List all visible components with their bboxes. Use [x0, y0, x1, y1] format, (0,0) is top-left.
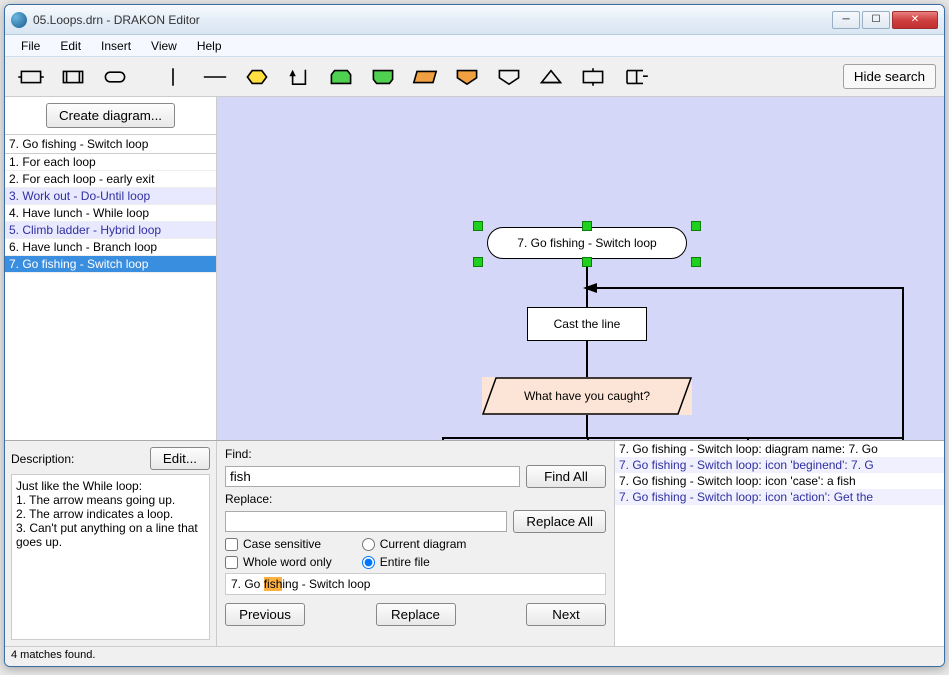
case-sensitive-checkbox[interactable]: Case sensitive [225, 537, 332, 551]
diagram-item[interactable]: 2. For each loop - early exit [5, 171, 216, 188]
case-shape-icon[interactable] [449, 63, 485, 91]
entire-file-radio[interactable]: Entire file [362, 555, 467, 569]
diagram-item[interactable]: 6. Have lunch - Branch loop [5, 239, 216, 256]
diagram-item[interactable]: 1. For each loop [5, 154, 216, 171]
current-diagram-header: 7. Go fishing - Switch loop [5, 134, 216, 154]
app-window: 05.Loops.drn - DRAKON Editor ─ ☐ ✕ File … [4, 4, 945, 667]
window-title: 05.Loops.drn - DRAKON Editor [33, 13, 832, 27]
result-line[interactable]: 7. Go fishing - Switch loop: icon 'case'… [615, 473, 944, 489]
timer-shape-icon[interactable] [617, 63, 653, 91]
search-panel: Find: Find All Replace: Replace All Case… [217, 441, 615, 646]
horizontal-line-icon[interactable] [197, 63, 233, 91]
params-shape-icon[interactable] [575, 63, 611, 91]
next-button[interactable]: Next [526, 603, 606, 626]
toolbar: Hide search [5, 57, 944, 97]
if-shape-icon[interactable] [239, 63, 275, 91]
maximize-button[interactable]: ☐ [862, 11, 890, 29]
replace-all-button[interactable]: Replace All [513, 510, 606, 533]
diagram-item[interactable]: 4. Have lunch - While loop [5, 205, 216, 222]
select-shape-icon[interactable] [491, 63, 527, 91]
capsule-shape-icon[interactable] [97, 63, 133, 91]
current-match-display: 7. Go fishing - Switch loop [225, 573, 606, 595]
bottom-panel: Description: Edit... Just like the While… [5, 440, 944, 646]
hide-search-button[interactable]: Hide search [843, 64, 936, 89]
address-shape-icon[interactable] [533, 63, 569, 91]
minimize-button[interactable]: ─ [832, 11, 860, 29]
menu-edit[interactable]: Edit [50, 37, 91, 55]
menu-file[interactable]: File [11, 37, 50, 55]
menu-view[interactable]: View [141, 37, 187, 55]
sidebar: Create diagram... 7. Go fishing - Switch… [5, 97, 217, 440]
action-shape-icon[interactable] [13, 63, 49, 91]
diagram-item[interactable]: 7. Go fishing - Switch loop [5, 256, 216, 273]
node-label: 7. Go fishing - Switch loop [517, 236, 656, 250]
previous-button[interactable]: Previous [225, 603, 305, 626]
whole-word-checkbox[interactable]: Whole word only [225, 555, 332, 569]
create-diagram-button[interactable]: Create diagram... [46, 103, 175, 128]
node-label: Cast the line [554, 317, 621, 331]
app-icon [11, 12, 27, 28]
result-line[interactable]: 7. Go fishing - Switch loop: diagram nam… [615, 441, 944, 457]
edit-description-button[interactable]: Edit... [150, 447, 210, 470]
description-panel: Description: Edit... Just like the While… [5, 441, 217, 646]
result-line[interactable]: 7. Go fishing - Switch loop: icon 'begin… [615, 457, 944, 473]
status-text: 4 matches found. [11, 649, 95, 661]
menu-insert[interactable]: Insert [91, 37, 141, 55]
shelf-shape-icon[interactable] [407, 63, 443, 91]
diagram-item[interactable]: 5. Climb ladder - Hybrid loop [5, 222, 216, 239]
diagram-list[interactable]: 1. For each loop 2. For each loop - earl… [5, 154, 216, 440]
description-body[interactable]: Just like the While loop: 1. The arrow m… [11, 474, 210, 640]
statusbar: 4 matches found. [5, 646, 944, 666]
find-label: Find: [225, 447, 606, 461]
action-node[interactable]: Cast the line [527, 307, 647, 341]
loopstart-shape-icon[interactable] [323, 63, 359, 91]
diagram-canvas[interactable]: 7. Go fishing - Switch loop Cast the lin… [217, 97, 944, 440]
loopend-shape-icon[interactable] [365, 63, 401, 91]
select-node[interactable]: What have you caught? [482, 377, 692, 415]
find-input[interactable] [225, 466, 520, 487]
description-label: Description: [11, 452, 74, 466]
close-button[interactable]: ✕ [892, 11, 938, 29]
insertion-shape-icon[interactable] [55, 63, 91, 91]
menu-help[interactable]: Help [187, 37, 232, 55]
node-label: What have you caught? [524, 389, 650, 403]
arrow-loop-icon[interactable] [281, 63, 317, 91]
diagram-item[interactable]: 3. Work out - Do-Until loop [5, 188, 216, 205]
window-controls: ─ ☐ ✕ [832, 11, 938, 29]
replace-input[interactable] [225, 511, 507, 532]
result-line[interactable]: 7. Go fishing - Switch loop: icon 'actio… [615, 489, 944, 505]
menubar: File Edit Insert View Help [5, 35, 944, 57]
beginend-node[interactable]: 7. Go fishing - Switch loop [487, 227, 687, 259]
replace-label: Replace: [225, 492, 606, 506]
titlebar[interactable]: 05.Loops.drn - DRAKON Editor ─ ☐ ✕ [5, 5, 944, 35]
vertical-line-icon[interactable] [155, 63, 191, 91]
current-diagram-radio[interactable]: Current diagram [362, 537, 467, 551]
search-results-list[interactable]: 7. Go fishing - Switch loop: diagram nam… [615, 441, 944, 646]
find-all-button[interactable]: Find All [526, 465, 606, 488]
replace-button[interactable]: Replace [376, 603, 456, 626]
